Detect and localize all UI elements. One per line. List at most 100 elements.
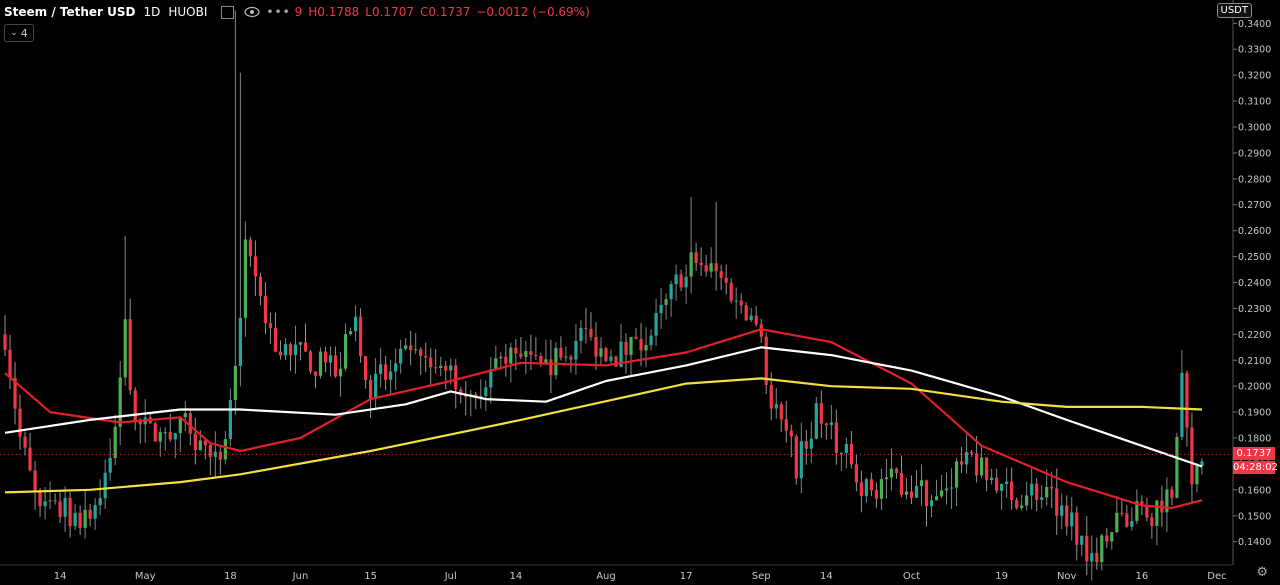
ohlc-open: 9	[294, 5, 303, 19]
candle-body	[995, 477, 999, 491]
currency-badge[interactable]: USDT	[1216, 3, 1252, 18]
last-price-label: 0.1737	[1233, 447, 1275, 461]
candle-body	[959, 461, 964, 465]
y-tick-label: 0.1600	[1238, 485, 1271, 496]
candle-body	[188, 413, 192, 434]
gear-icon[interactable]: ⚙	[1256, 565, 1268, 580]
candle-body	[424, 355, 428, 358]
symbol-title[interactable]: Steem / Tether USD	[0, 5, 136, 19]
candle-body	[1050, 486, 1054, 489]
candle-body	[694, 252, 698, 263]
y-tick-label: 0.1500	[1238, 511, 1271, 522]
candle-body	[939, 490, 944, 497]
candle-body	[123, 319, 127, 378]
x-tick-label: Jun	[292, 571, 309, 582]
candlestick-chart[interactable]: 0.14000.15000.16000.17000.18000.19000.20…	[0, 0, 1280, 585]
candle-body	[1185, 372, 1189, 428]
candle-body	[348, 331, 353, 335]
candle-body	[1020, 505, 1024, 508]
candle-body	[834, 422, 838, 453]
candle-body	[308, 351, 313, 372]
candle-body	[313, 371, 318, 376]
candle-body	[333, 355, 338, 377]
x-tick-label: Aug	[596, 571, 616, 582]
candle-body	[1015, 500, 1019, 508]
candle-body	[819, 403, 823, 424]
candle-body	[374, 373, 378, 399]
x-tick-label: Jul	[444, 571, 457, 582]
chart-header: Steem / Tether USD 1D HUOBI ••• 9 H0.1788…	[0, 2, 596, 22]
candle-body	[98, 498, 102, 506]
candle-body	[1030, 483, 1034, 496]
candle-body	[1105, 535, 1109, 542]
candle-body	[414, 349, 418, 351]
candle-body	[253, 256, 258, 277]
candle-body	[624, 341, 628, 355]
candle-body	[1005, 481, 1009, 485]
bar-style-icon[interactable]	[221, 5, 235, 19]
candle-body	[789, 430, 793, 437]
y-tick-label: 0.2000	[1238, 382, 1271, 393]
candle-body	[1155, 500, 1159, 526]
candle-body	[604, 348, 608, 361]
candle-body	[394, 363, 398, 372]
candle-body	[519, 353, 523, 357]
x-tick-label: 14	[820, 571, 833, 582]
candle-body	[669, 284, 673, 300]
candle-body	[243, 239, 247, 318]
y-tick-label: 0.3000	[1238, 122, 1271, 133]
candle-body	[844, 443, 848, 453]
candle-body	[1035, 483, 1039, 500]
candle-body	[1130, 520, 1134, 527]
candle-body	[559, 347, 563, 358]
exchange-label: HUOBI	[168, 5, 208, 19]
candle-body	[434, 367, 438, 369]
more-icon[interactable]: •••	[266, 5, 290, 19]
candle-body	[113, 426, 117, 459]
candle-body	[133, 390, 137, 421]
interval-label[interactable]: 1D	[144, 5, 161, 19]
candle-body	[43, 501, 47, 507]
candle-body	[1070, 512, 1074, 527]
candle-body	[809, 438, 813, 449]
x-tick-label: 15	[364, 571, 377, 582]
candle-body	[283, 344, 288, 356]
candle-body	[634, 336, 638, 339]
candle-body	[68, 497, 72, 527]
ohlc-high: H0.1788	[308, 5, 360, 19]
candle-body	[554, 347, 558, 376]
candle-body	[504, 356, 508, 364]
candle-body	[499, 356, 503, 359]
candle-body	[163, 432, 167, 434]
candle-body	[964, 452, 969, 465]
candle-body	[894, 468, 899, 473]
candle-body	[258, 276, 263, 297]
candle-body	[363, 356, 368, 380]
indicator-toggle[interactable]: ⌄ 4	[4, 24, 34, 42]
candle-body	[3, 334, 7, 350]
y-tick-label: 0.3300	[1238, 45, 1271, 56]
candle-body	[714, 263, 718, 272]
eye-icon[interactable]	[244, 5, 261, 19]
candle-body	[824, 423, 828, 426]
candle-body	[88, 509, 92, 519]
candle-body	[1000, 484, 1004, 491]
candle-body	[644, 345, 648, 351]
candle-body	[173, 433, 177, 440]
y-tick-label: 0.1400	[1238, 537, 1271, 548]
candle-body	[914, 485, 919, 498]
candle-body	[1055, 488, 1059, 516]
candle-body	[1175, 436, 1179, 498]
candle-body	[719, 271, 723, 278]
candle-body	[674, 274, 678, 285]
candle-body	[854, 464, 858, 483]
x-tick-label: May	[135, 571, 156, 582]
candle-body	[799, 441, 803, 479]
candle-body	[609, 356, 613, 361]
candle-body	[439, 365, 443, 368]
chevron-down-icon: ⌄	[10, 28, 18, 38]
candle-body	[639, 338, 643, 351]
candle-body	[629, 336, 633, 355]
candle-body	[1075, 512, 1079, 545]
candle-body	[599, 348, 603, 357]
